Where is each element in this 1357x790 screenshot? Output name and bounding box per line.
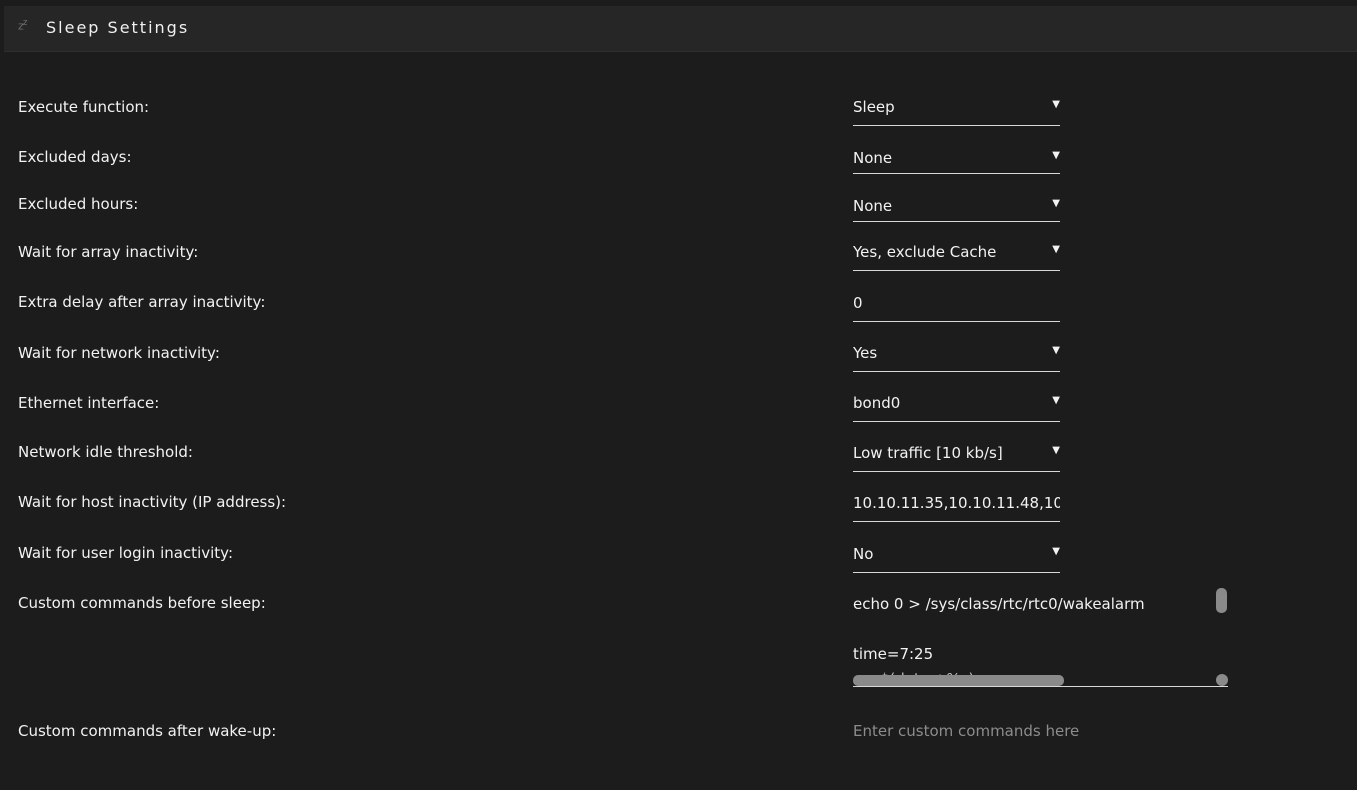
dropdown-arrow-icon: ▼ xyxy=(1052,150,1060,161)
after-wakeup-label: Custom commands after wake-up: xyxy=(18,722,277,740)
excluded-hours-label: Excluded hours: xyxy=(18,195,139,213)
network-idle-threshold-select[interactable]: Low traffic [10 kb/s] ▼ xyxy=(853,444,1060,472)
horizontal-scrollbar[interactable] xyxy=(853,675,1064,686)
extra-delay-input[interactable]: 0 xyxy=(853,294,1060,322)
before-sleep-textarea[interactable]: echo 0 > /sys/class/rtc/rtc0/wakealarm t… xyxy=(853,588,1228,687)
command-line: echo 0 > /sys/class/rtc/rtc0/wakealarm xyxy=(853,595,1145,613)
dropdown-arrow-icon: ▼ xyxy=(1052,198,1060,209)
excluded-days-value: None xyxy=(853,149,893,167)
network-idle-threshold-value: Low traffic [10 kb/s] xyxy=(853,444,1003,462)
before-sleep-label: Custom commands before sleep: xyxy=(18,594,266,612)
zz-sleep-icon: zz xyxy=(18,18,27,33)
dropdown-arrow-icon: ▼ xyxy=(1052,345,1060,356)
user-login-inactivity-select[interactable]: No ▼ xyxy=(853,545,1060,573)
network-idle-threshold-label: Network idle threshold: xyxy=(18,443,193,461)
network-inactivity-label: Wait for network inactivity: xyxy=(18,344,220,362)
network-inactivity-select[interactable]: Yes ▼ xyxy=(853,344,1060,372)
array-inactivity-select[interactable]: Yes, exclude Cache ▼ xyxy=(853,243,1060,271)
excluded-days-label: Excluded days: xyxy=(18,148,132,166)
ethernet-interface-label: Ethernet interface: xyxy=(18,394,160,412)
dropdown-arrow-icon: ▼ xyxy=(1052,99,1060,110)
ethernet-interface-select[interactable]: bond0 ▼ xyxy=(853,394,1060,422)
dropdown-arrow-icon: ▼ xyxy=(1052,445,1060,456)
dropdown-arrow-icon: ▼ xyxy=(1052,546,1060,557)
host-inactivity-input[interactable]: 10.10.11.35,10.10.11.48,10 xyxy=(853,494,1060,522)
user-login-inactivity-label: Wait for user login inactivity: xyxy=(18,544,233,562)
excluded-days-select[interactable]: None ▼ xyxy=(853,149,1060,174)
execute-function-select[interactable]: Sleep ▼ xyxy=(853,98,1060,126)
extra-delay-label: Extra delay after array inactivity: xyxy=(18,293,266,311)
execute-function-label: Execute function: xyxy=(18,98,150,116)
dropdown-arrow-icon: ▼ xyxy=(1052,395,1060,406)
ethernet-interface-value: bond0 xyxy=(853,394,901,412)
excluded-hours-select[interactable]: None ▼ xyxy=(853,197,1060,222)
host-inactivity-label: Wait for host inactivity (IP address): xyxy=(18,493,287,511)
execute-function-value: Sleep xyxy=(853,98,895,116)
command-line: time=7:25 xyxy=(853,645,934,663)
vertical-scrollbar[interactable] xyxy=(1216,588,1227,613)
panel-header: zz Sleep Settings xyxy=(4,6,1357,52)
excluded-hours-value: None xyxy=(853,197,893,215)
network-inactivity-value: Yes xyxy=(853,344,878,362)
panel-title: Sleep Settings xyxy=(46,18,190,37)
user-login-inactivity-value: No xyxy=(853,545,874,563)
dropdown-arrow-icon: ▼ xyxy=(1052,244,1060,255)
array-inactivity-value: Yes, exclude Cache xyxy=(853,243,997,261)
scroll-corner-handle[interactable] xyxy=(1216,674,1228,686)
array-inactivity-label: Wait for array inactivity: xyxy=(18,243,199,261)
host-inactivity-value: 10.10.11.35,10.10.11.48,10 xyxy=(853,494,1060,512)
after-wakeup-textarea[interactable]: Enter custom commands here xyxy=(853,722,1079,740)
extra-delay-value: 0 xyxy=(853,294,863,312)
